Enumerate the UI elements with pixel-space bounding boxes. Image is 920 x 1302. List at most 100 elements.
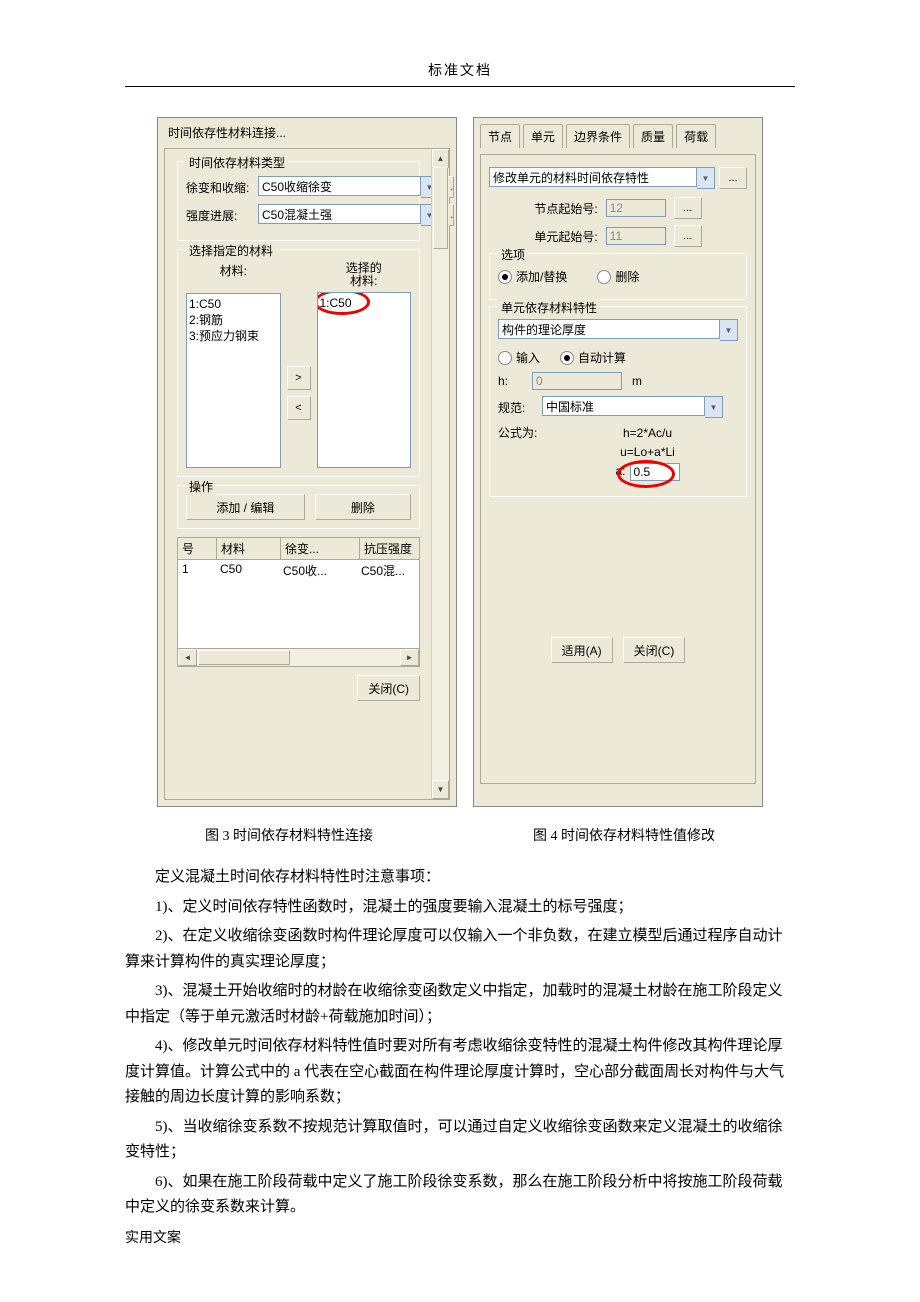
combo-creep[interactable]: ▼ [258,176,439,198]
h-input [532,372,622,390]
col-no[interactable]: 号 [178,538,217,559]
combo-action-input[interactable] [489,167,697,187]
dialog-material-link: 时间依存性材料连接... 时间依存材料类型 徐变和收缩: ▼ ... 强度进展:… [157,117,457,807]
close-button[interactable]: 关闭(C) [623,637,686,663]
col-strength[interactable]: 抗压强度 [360,538,419,559]
radio-icon [597,270,611,284]
legend-elem-props: 单元依存材料特性 [498,299,600,316]
label-selected-list: 选择的 材料: [317,262,412,288]
radio-auto[interactable]: 自动计算 [560,349,626,366]
radio-icon [498,270,512,284]
page-header: 标准文档 [125,60,795,80]
tab-load[interactable]: 荷载 [676,124,716,148]
a-input[interactable] [630,463,680,481]
group-material-type: 时间依存材料类型 徐变和收缩: ▼ ... 强度进展: ▼ ... [177,161,420,241]
radio-icon [498,351,512,365]
label-node-start: 节点起始号: [534,200,597,217]
label-h: h: [498,374,522,388]
combo-strength[interactable]: ▼ [258,204,439,226]
move-left-button[interactable]: < [287,396,311,420]
para-1: 1)、定义时间依存特性函数时，混凝土的强度要输入混凝土的标号强度； [125,895,795,921]
move-right-button[interactable]: > [287,366,311,390]
dialog-modify-props: 节点 单元 边界条件 质量 荷载 ▼ ... 节点起始号: ... 单元起始号:… [473,117,763,807]
combo-thickness-input[interactable] [498,319,720,339]
caption-fig4: 图 4 时间依存材料特性值修改 [533,825,715,845]
list-item[interactable]: 2:钢筋 [189,312,278,328]
para-6: 6)、如果在施工阶段荷载中定义了施工阶段徐变系数，那么在施工阶段分析中将按施工阶… [125,1170,795,1221]
apply-button[interactable]: 适用(A) [551,637,613,663]
list-item[interactable]: 1:C50 [189,296,278,312]
radio-icon [560,351,574,365]
action-browse-button[interactable]: ... [719,167,747,189]
label-formula: 公式为: [498,424,553,441]
radio-add-replace[interactable]: 添加/替换 [498,268,567,285]
chevron-down-icon[interactable]: ▼ [705,396,723,418]
group-select-material: 选择指定的材料 材料: 1:C50 2:钢筋 3:预应力钢束 > < 选择的 材… [177,249,420,477]
scroll-right-icon[interactable]: ► [400,649,419,666]
tab-mass[interactable]: 质量 [633,124,673,148]
combo-creep-input[interactable] [258,176,421,196]
h-scrollbar[interactable]: ◄ ► [177,649,420,667]
label-spec: 规范: [498,399,532,416]
cell: 1 [178,560,216,648]
list-item[interactable]: 3:预应力钢束 [189,328,278,344]
tab-node[interactable]: 节点 [480,124,520,148]
formula-2: u=Lo+a*Li [557,443,738,462]
listbox-materials[interactable]: 1:C50 2:钢筋 3:预应力钢束 [186,293,281,468]
tab-element[interactable]: 单元 [523,124,563,148]
group-operations: 操作 添加 / 编辑 删除 [177,485,420,529]
col-creep[interactable]: 徐变... [281,538,360,559]
cell: C50混... [357,560,419,648]
close-button[interactable]: 关闭(C) [357,675,420,701]
node-browse-button[interactable]: ... [674,197,702,219]
legend-material-type: 时间依存材料类型 [186,154,288,171]
combo-thickness[interactable]: ▼ [498,319,738,341]
node-start-input[interactable] [606,199,666,217]
add-edit-button[interactable]: 添加 / 编辑 [186,494,305,520]
chevron-down-icon[interactable]: ▼ [697,167,715,189]
tab-boundary[interactable]: 边界条件 [566,124,630,148]
para-intro: 定义混凝土时间依存材料特性时注意事项： [125,865,795,891]
tab-bar: 节点 单元 边界条件 质量 荷载 [480,124,756,148]
scroll-down-icon[interactable]: ▼ [432,780,449,799]
para-5: 5)、当收缩徐变系数不按规范计算取值时，可以通过自定义收缩徐变函数来定义混凝土的… [125,1115,795,1166]
formula-1: h=2*Ac/u [557,424,738,443]
label-a: a: [615,462,625,481]
scroll-thumb[interactable] [433,167,448,249]
v-scrollbar[interactable]: ▲ ▼ [431,149,449,799]
scroll-area: 时间依存材料类型 徐变和收缩: ▼ ... 强度进展: ▼ ... 选择指定的材… [164,148,450,800]
scroll-up-icon[interactable]: ▲ [432,149,449,168]
chevron-down-icon[interactable]: ▼ [720,319,738,341]
listbox-selected[interactable]: 1:C50 [317,292,412,468]
dialog-title: 时间依存性材料连接... [158,118,456,147]
caption-fig3: 图 3 时间依存材料特性连接 [205,825,373,845]
legend-operations: 操作 [186,478,216,495]
para-3: 3)、混凝土开始收缩时的材龄在收缩徐变函数定义中指定，加载时的混凝土材龄在施工阶… [125,979,795,1030]
col-material[interactable]: 材料 [217,538,281,559]
combo-spec[interactable]: ▼ [542,396,723,418]
legend-options: 选项 [498,246,528,263]
list-item[interactable]: 1:C50 [320,295,409,311]
group-elem-props: 单元依存材料特性 ▼ 输入 自动计算 h: m 规范: ▼ 公式为: h=2*A… [489,306,747,497]
elem-browse-button[interactable]: ... [674,225,702,247]
para-2: 2)、在定义收缩徐变函数时构件理论厚度可以仅输入一个非负数，在建立模型后通过程序… [125,924,795,975]
label-material-list: 材料: [186,262,281,279]
legend-select-material: 选择指定的材料 [186,242,276,259]
cell: C50收... [279,560,357,648]
page-footer: 实用文案 [125,1227,181,1247]
scroll-left-icon[interactable]: ◄ [178,649,197,666]
scroll-thumb[interactable] [198,650,290,665]
radio-input[interactable]: 输入 [498,349,540,366]
combo-action[interactable]: ▼ ... [489,167,747,189]
radio-delete[interactable]: 删除 [597,268,639,285]
body-text: 定义混凝土时间依存材料特性时注意事项： 1)、定义时间依存特性函数时，混凝土的强… [125,865,795,1221]
combo-strength-input[interactable] [258,204,421,224]
label-strength: 强度进展: [186,207,254,224]
header-rule [125,86,795,87]
delete-button[interactable]: 删除 [315,494,411,520]
label-h-unit: m [632,374,642,388]
combo-spec-input[interactable] [542,396,705,416]
table-body[interactable]: 1 C50 C50收... C50混... [177,560,420,649]
elem-start-input[interactable] [606,227,666,245]
table-header: 号 材料 徐变... 抗压强度 [177,537,420,560]
